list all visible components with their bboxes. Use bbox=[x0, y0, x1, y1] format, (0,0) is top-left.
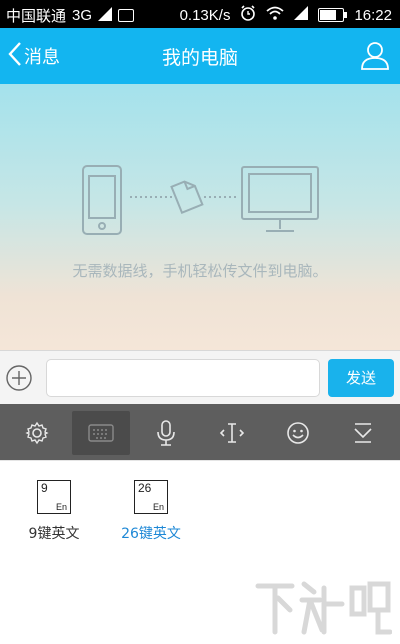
transfer-illustration bbox=[82, 165, 319, 235]
keyboard-layout-icon: 26 En bbox=[134, 480, 168, 514]
person-icon[interactable] bbox=[360, 40, 390, 70]
option-label: 9键英文 bbox=[28, 526, 80, 542]
battery-icon bbox=[318, 8, 348, 22]
phone-icon bbox=[82, 165, 122, 235]
transfer-hint-text: 无需数据线，手机轻松传文件到电脑。 bbox=[72, 262, 328, 280]
cell-signal-icon bbox=[294, 6, 309, 24]
collapse-icon[interactable] bbox=[334, 411, 392, 455]
option-26key-english[interactable]: 26 En 26键英文 bbox=[111, 480, 191, 543]
plus-icon[interactable] bbox=[6, 365, 32, 391]
icon-number: 9 bbox=[41, 481, 48, 495]
status-bar: 中国联通 3G 0.13K/s 16:22 bbox=[0, 0, 400, 28]
nav-bar: 消息 我的电脑 bbox=[0, 28, 400, 84]
keyboard-toolbar bbox=[0, 404, 400, 460]
mic-icon[interactable] bbox=[137, 411, 195, 455]
icon-sub: En bbox=[152, 502, 164, 512]
message-input[interactable] bbox=[46, 359, 320, 397]
keyboard-option-panel: 9 En 9键英文 26 En 26键英文 bbox=[0, 460, 400, 644]
option-label: 26键英文 bbox=[121, 526, 181, 542]
icon-sub: En bbox=[55, 502, 67, 512]
page-title: 我的电脑 bbox=[161, 47, 238, 69]
send-button[interactable]: 发送 bbox=[328, 359, 394, 397]
smiley-icon[interactable] bbox=[269, 411, 327, 455]
clock-text: 16:22 bbox=[354, 6, 392, 24]
keyboard-icon[interactable] bbox=[72, 411, 130, 455]
keyboard-layout-icon: 9 En bbox=[37, 480, 71, 514]
image-icon bbox=[118, 9, 135, 22]
network-speed: 0.13K/s bbox=[179, 6, 231, 24]
watermark-logo bbox=[255, 581, 392, 635]
monitor-icon bbox=[241, 166, 319, 232]
alarm-icon bbox=[240, 5, 256, 25]
network-type: 3G bbox=[72, 7, 93, 24]
icon-number: 26 bbox=[138, 481, 152, 495]
wifi-icon bbox=[266, 6, 285, 24]
gear-icon[interactable] bbox=[8, 411, 66, 455]
chat-content-area: 无需数据线，手机轻松传文件到电脑。 bbox=[0, 84, 400, 350]
input-bar: 发送 bbox=[0, 350, 400, 404]
carrier-text: 中国联通 bbox=[6, 8, 67, 25]
file-icon bbox=[170, 180, 204, 215]
option-9key-english[interactable]: 9 En 9键英文 bbox=[14, 480, 94, 543]
text-cursor-icon[interactable] bbox=[203, 411, 261, 455]
signal-icon bbox=[98, 6, 113, 25]
